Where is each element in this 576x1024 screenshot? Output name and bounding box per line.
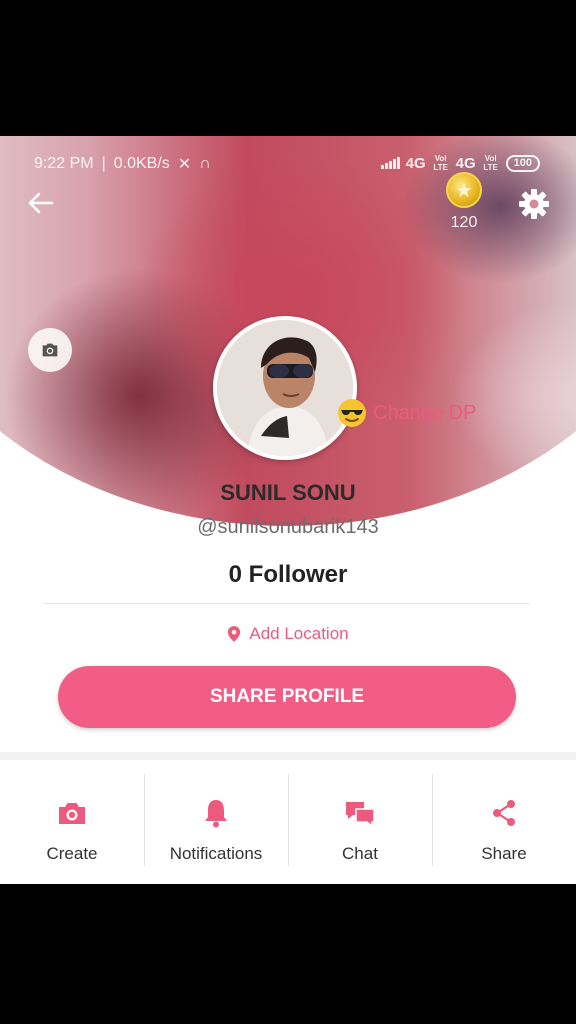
status-speed: 0.0KB/s bbox=[113, 155, 170, 172]
share-profile-button[interactable]: SHARE PROFILE bbox=[58, 666, 516, 728]
lte-2: Vol LTE bbox=[483, 154, 498, 172]
cool-emoji-icon bbox=[338, 399, 366, 427]
status-bar: 9:22 PM | 0.0KB/s ✕ ∩ 4G Vol LTE 4G Vol … bbox=[0, 136, 576, 186]
location-pin-icon bbox=[228, 626, 241, 642]
followers-count[interactable]: 0 Follower bbox=[0, 561, 576, 589]
profile-name: SUNIL SONU bbox=[220, 480, 356, 505]
battery-icon: 100 bbox=[505, 154, 540, 172]
profile-screen: 9:22 PM | 0.0KB/s ✕ ∩ 4G Vol LTE 4G Vol … bbox=[0, 136, 576, 884]
avatar[interactable] bbox=[213, 316, 357, 460]
chat-bubbles-icon bbox=[346, 802, 375, 828]
headphones-icon: ∩ bbox=[199, 155, 211, 172]
change-dp-button[interactable]: Change DP bbox=[337, 398, 476, 428]
change-dp-label: Change DP bbox=[373, 401, 477, 424]
mute-alarm-icon: ✕ bbox=[177, 156, 192, 173]
notifications-button[interactable]: Notifications bbox=[144, 760, 288, 884]
section-separator bbox=[0, 752, 576, 760]
create-label: Create bbox=[46, 844, 98, 863]
bottom-action-bar: Create Notifications Chat Share bbox=[0, 760, 576, 884]
chat-label: Chat bbox=[342, 844, 378, 863]
share-button[interactable]: Share bbox=[432, 760, 576, 884]
divider bbox=[42, 603, 530, 604]
status-time: 9:22 PM bbox=[34, 155, 94, 172]
coin-count: 120 bbox=[450, 214, 478, 231]
chat-button[interactable]: Chat bbox=[288, 760, 432, 884]
share-icon bbox=[493, 800, 515, 826]
add-location-label: Add Location bbox=[249, 624, 349, 643]
cover-camera-button[interactable] bbox=[28, 328, 72, 372]
coin-icon[interactable]: ★ bbox=[446, 172, 482, 208]
network-1: 4G bbox=[405, 154, 426, 172]
camera-icon bbox=[59, 803, 85, 824]
network-2: 4G bbox=[455, 154, 476, 172]
gear-icon[interactable] bbox=[516, 186, 552, 222]
profile-handle: @sunilsonubarik143 bbox=[197, 516, 379, 538]
back-arrow-icon[interactable] bbox=[24, 186, 58, 220]
signal-icon bbox=[380, 157, 400, 169]
create-button[interactable]: Create bbox=[0, 760, 144, 884]
bell-icon bbox=[205, 800, 227, 828]
camera-icon bbox=[42, 343, 58, 357]
add-location-button[interactable]: Add Location bbox=[0, 624, 576, 644]
notifications-label: Notifications bbox=[169, 844, 263, 863]
lte-1: Vol LTE bbox=[433, 154, 448, 172]
share-label: Share bbox=[481, 844, 527, 863]
